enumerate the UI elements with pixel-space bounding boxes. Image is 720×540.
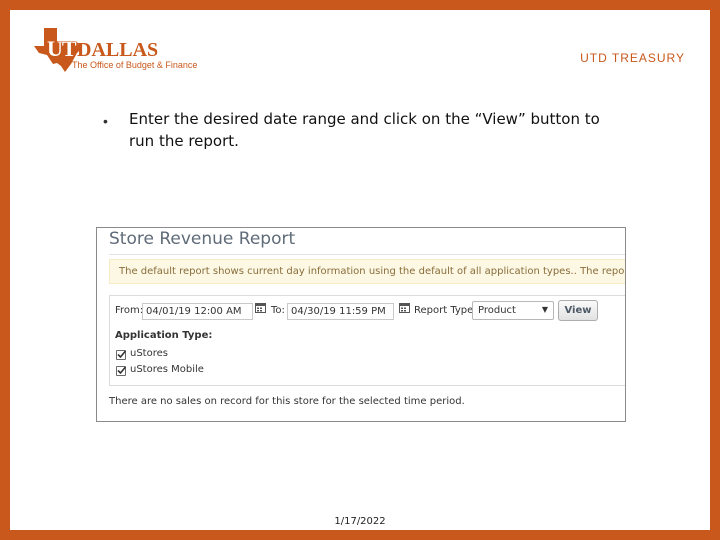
utd-logo: UT DALLAS The Office of Budget & Finance [30,26,197,74]
ustores-mobile-label: uStores Mobile [130,364,204,375]
footer-date: 1/17/2022 [334,516,386,527]
ustores-mobile-checkbox[interactable] [116,366,127,376]
from-label: From: [115,305,144,316]
calendar-icon[interactable] [399,302,410,313]
from-date-input[interactable]: 04/01/19 12:00 AM [142,303,253,320]
report-screenshot: Store Revenue Report The default report … [96,227,626,422]
title-divider [109,254,625,255]
application-type-label: Application Type: [115,330,213,341]
to-date-input[interactable]: 04/30/19 11:59 PM [287,303,394,320]
info-notice: The default report shows current day inf… [109,259,625,284]
ustores-checkbox[interactable] [116,350,127,360]
notice-text: The default report shows current day inf… [119,266,625,277]
filter-panel: From: 04/01/19 12:00 AM To: 04/30/19 11:… [109,295,625,386]
to-label: To: [271,305,285,316]
logo-subtitle: The Office of Budget & Finance [72,60,198,70]
report-type-label: Report Type: [414,305,477,316]
report-type-value: Product [478,305,516,316]
ustores-label: uStores [130,348,168,359]
view-button[interactable]: View [558,300,598,321]
slide: UT DALLAS The Office of Budget & Finance… [10,10,710,530]
checkmark-icon [117,366,127,375]
checkmark-icon [117,350,127,359]
report-title: Store Revenue Report [109,229,296,249]
instruction-text: Enter the desired date range and click o… [129,110,600,150]
bullet-marker: • [103,113,108,129]
logo-dallas-text: DALLAS [77,39,159,61]
report-type-select[interactable]: Product ▼ [472,301,554,320]
logo-ut-text: UT [47,36,77,61]
dropdown-arrow-icon: ▼ [541,305,548,314]
header-label: UTD TREASURY [580,51,685,65]
no-sales-message: There are no sales on record for this st… [109,396,465,407]
calendar-icon[interactable] [255,302,266,313]
